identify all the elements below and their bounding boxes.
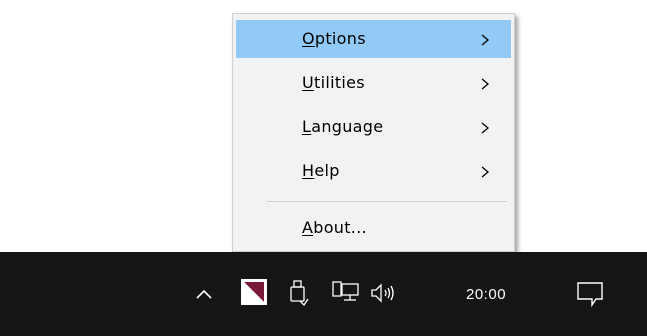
tray-context-menu: Options Utilities Language Help About... — [232, 13, 515, 252]
desktop: Options Utilities Language Help About... — [0, 0, 647, 336]
taskbar: 20:00 — [0, 252, 647, 336]
menu-item-label: Language — [302, 117, 384, 136]
volume-icon[interactable] — [369, 282, 399, 304]
menu-item-label: About... — [302, 218, 367, 237]
usb-device-icon[interactable] — [287, 279, 309, 307]
menu-item-help[interactable]: Help — [236, 152, 511, 190]
menu-item-language[interactable]: Language — [236, 108, 511, 146]
menu-item-about[interactable]: About... — [236, 209, 511, 247]
chevron-right-icon — [481, 78, 490, 90]
menu-item-label: Help — [302, 161, 340, 180]
notification-icon[interactable] — [575, 280, 605, 308]
chevron-right-icon — [481, 122, 490, 134]
menu-item-label: Options — [302, 29, 366, 48]
menu-item-options[interactable]: Options — [236, 20, 511, 58]
chevron-up-icon[interactable] — [194, 286, 214, 302]
menu-separator — [267, 201, 507, 202]
menu-item-utilities[interactable]: Utilities — [236, 64, 511, 102]
app-tray-icon[interactable] — [240, 278, 268, 306]
clock[interactable]: 20:00 — [466, 286, 506, 304]
chevron-right-icon — [481, 34, 490, 46]
chevron-right-icon — [481, 166, 490, 178]
menu-item-label: Utilities — [302, 73, 365, 92]
network-icon[interactable] — [331, 280, 361, 306]
